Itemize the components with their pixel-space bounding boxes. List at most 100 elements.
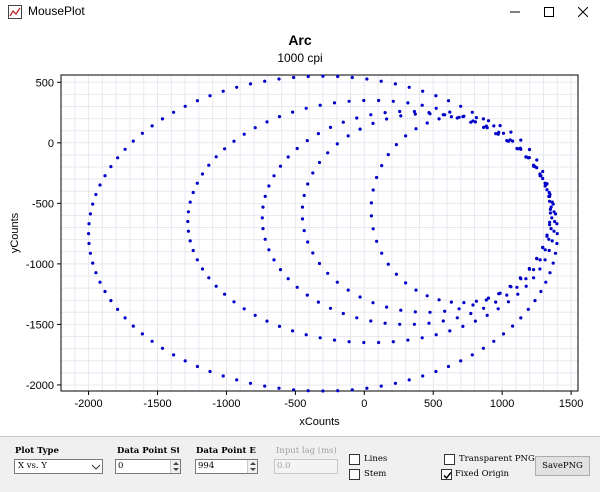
- data-point: [553, 251, 558, 255]
- x-axis-label: xCounts: [299, 416, 340, 428]
- data-point: [235, 85, 239, 89]
- data-point: [462, 301, 466, 305]
- data-point: [399, 114, 403, 118]
- data-point: [545, 233, 549, 237]
- data-point: [486, 119, 491, 123]
- data-point: [369, 214, 373, 218]
- data-point: [413, 112, 417, 116]
- data-point: [457, 307, 461, 311]
- data-point: [362, 98, 366, 103]
- data-point: [335, 142, 339, 146]
- data-point: [543, 248, 547, 252]
- data-point: [481, 346, 485, 350]
- data-point: [443, 309, 447, 313]
- y-tick-label: -1500: [26, 319, 54, 331]
- data-point: [399, 308, 403, 312]
- data-point: [88, 251, 92, 255]
- lines-checkbox[interactable]: [349, 454, 360, 465]
- data-point: [377, 98, 381, 103]
- data-point: [295, 146, 299, 151]
- data-point: [548, 207, 553, 211]
- data-point: [383, 321, 387, 325]
- transparent-png-checkbox[interactable]: [444, 454, 455, 465]
- stem-checkbox[interactable]: [349, 469, 360, 480]
- data-point-start-input[interactable]: 0: [115, 459, 181, 474]
- data-point: [377, 340, 381, 345]
- data-point: [335, 280, 339, 284]
- data-point: [532, 164, 536, 168]
- data-point: [541, 176, 545, 181]
- data-point: [172, 110, 176, 114]
- y-axis-label: yCounts: [9, 212, 21, 253]
- data-point: [379, 79, 383, 83]
- x-tick-label: 0: [361, 398, 367, 410]
- data-point: [551, 261, 555, 265]
- data-point: [346, 288, 350, 292]
- data-point: [535, 158, 539, 162]
- data-point: [474, 299, 478, 303]
- data-point-start-label: Data Point Start: [117, 446, 179, 456]
- spin-buttons[interactable]: [247, 460, 257, 473]
- data-point: [394, 143, 398, 147]
- data-point: [311, 251, 315, 255]
- stem-label: Stem: [364, 469, 387, 479]
- save-png-button[interactable]: SavePNG: [535, 456, 590, 476]
- data-point: [292, 75, 296, 80]
- data-point: [497, 130, 501, 134]
- data-point: [150, 339, 154, 343]
- fixed-origin-label: Fixed Origin: [455, 469, 509, 479]
- data-point: [265, 319, 269, 323]
- lines-label: Lines: [364, 454, 388, 464]
- data-point: [195, 99, 199, 103]
- data-point: [484, 124, 488, 128]
- data-point: [321, 389, 325, 393]
- data-point: [398, 322, 402, 326]
- data-point: [498, 124, 502, 128]
- data-point: [365, 386, 369, 390]
- data-point: [291, 329, 295, 333]
- data-point: [350, 388, 354, 392]
- data-point: [328, 125, 333, 129]
- data-point: [235, 378, 239, 382]
- data-point: [393, 381, 397, 385]
- data-point: [232, 139, 236, 143]
- data-point: [385, 117, 389, 121]
- data-point: [548, 211, 553, 215]
- data-point: [305, 293, 309, 297]
- data-point: [509, 130, 513, 134]
- checkmark-icon: [443, 472, 452, 480]
- x-tick-label: -1000: [212, 398, 240, 410]
- spin-buttons[interactable]: [170, 460, 180, 473]
- data-point: [398, 109, 402, 114]
- fixed-origin-checkbox[interactable]: [441, 469, 452, 480]
- data-point: [248, 381, 253, 385]
- data-point: [87, 241, 91, 246]
- data-point: [541, 169, 545, 174]
- plot-type-select[interactable]: X vs. Y: [14, 459, 103, 474]
- y-tick-label: 0: [48, 138, 54, 150]
- data-point: [160, 346, 165, 350]
- plot-frame: [60, 74, 579, 392]
- data-point: [538, 174, 542, 178]
- spin-arrows-icon: [173, 462, 179, 471]
- data-point: [406, 338, 410, 342]
- data-point: [549, 227, 553, 231]
- data-point: [553, 219, 557, 224]
- data-point: [355, 316, 359, 320]
- data-point: [207, 163, 211, 167]
- data-point: [470, 110, 474, 114]
- data-point: [404, 281, 408, 285]
- data-point: [519, 277, 523, 281]
- y-tick-label: -2000: [26, 380, 54, 392]
- data-point: [506, 300, 510, 304]
- data-point: [471, 119, 475, 123]
- data-point: [545, 182, 549, 186]
- data-point: [412, 322, 416, 326]
- y-tick-label: 500: [36, 77, 54, 89]
- data-point-end-input[interactable]: 994: [195, 459, 258, 474]
- data-point: [369, 319, 373, 323]
- data-point: [539, 289, 543, 294]
- data-point: [267, 184, 271, 188]
- data-point: [555, 232, 559, 236]
- input-lag-value: 0.0: [277, 461, 291, 471]
